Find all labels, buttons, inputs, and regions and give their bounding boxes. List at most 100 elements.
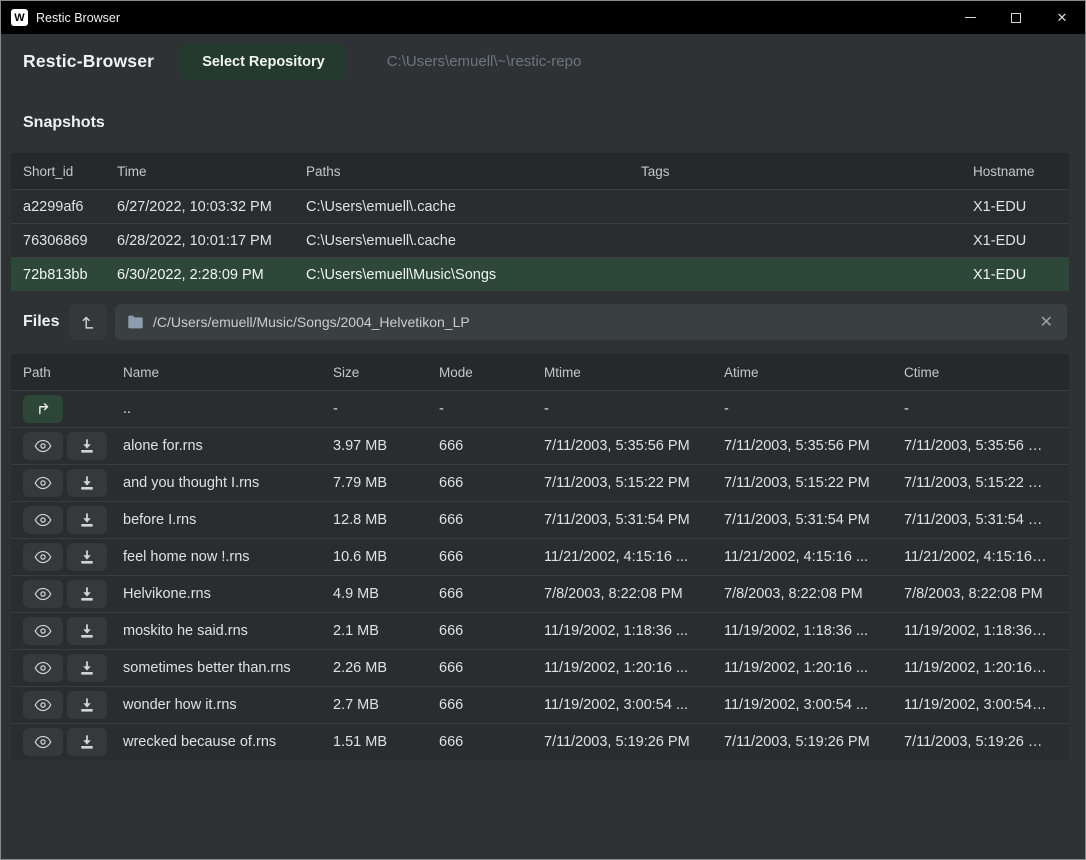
snapshots-table-header: Short_id Time Paths Tags Hostname (11, 153, 1069, 189)
restic-browser-window: W Restic Browser ✕ Restic-Browser Select… (0, 0, 1086, 860)
eye-icon (34, 735, 52, 749)
file-size: 12.8 MB (333, 512, 439, 528)
download-file-button[interactable] (67, 728, 107, 756)
minimize-button[interactable] (947, 1, 993, 34)
download-file-button[interactable] (67, 432, 107, 460)
close-button[interactable]: ✕ (1039, 1, 1085, 34)
download-file-button[interactable] (67, 691, 107, 719)
preview-file-button[interactable] (23, 432, 63, 460)
file-atime: 11/19/2002, 3:00:54 ... (724, 697, 904, 713)
snapshot-short-id: a2299af6 (23, 199, 117, 215)
file-name: .. (123, 401, 333, 417)
snapshot-paths: C:\Users\emuell\.cache (306, 233, 641, 249)
col-mode: Mode (439, 365, 544, 380)
maximize-button[interactable] (993, 1, 1039, 34)
file-mode: - (439, 401, 544, 417)
file-row[interactable]: feel home now !.rns 10.6 MB 666 11/21/20… (11, 538, 1069, 575)
file-ctime: 7/8/2003, 8:22:08 PM (904, 586, 1057, 602)
eye-icon (34, 476, 52, 490)
select-repository-button[interactable]: Select Repository (180, 44, 347, 80)
snapshot-paths: C:\Users\emuell\.cache (306, 199, 641, 215)
file-row[interactable]: wrecked because of.rns 1.51 MB 666 7/11/… (11, 723, 1069, 760)
file-atime: 11/19/2002, 1:18:36 ... (724, 623, 904, 639)
file-ctime: 7/11/2003, 5:15:22 PM (904, 475, 1057, 491)
window-title: Restic Browser (36, 11, 120, 25)
snapshot-row[interactable]: 76306869 6/28/2022, 10:01:17 PM C:\Users… (11, 223, 1069, 257)
eye-icon (34, 587, 52, 601)
file-mode: 666 (439, 512, 544, 528)
file-name: wrecked because of.rns (123, 734, 333, 750)
download-icon (79, 438, 95, 454)
file-row[interactable]: wonder how it.rns 2.7 MB 666 11/19/2002,… (11, 686, 1069, 723)
file-mode: 666 (439, 549, 544, 565)
download-icon (79, 660, 95, 676)
eye-icon (34, 624, 52, 638)
download-file-button[interactable] (67, 543, 107, 571)
snapshot-row[interactable]: a2299af6 6/27/2022, 10:03:32 PM C:\Users… (11, 189, 1069, 223)
file-atime: 7/11/2003, 5:19:26 PM (724, 734, 904, 750)
file-row[interactable]: before I.rns 12.8 MB 666 7/11/2003, 5:31… (11, 501, 1069, 538)
go-up-directory-button[interactable] (69, 304, 107, 340)
file-mode: 666 (439, 660, 544, 676)
download-file-button[interactable] (67, 580, 107, 608)
file-mode: 666 (439, 475, 544, 491)
parent-directory-row[interactable]: .. - - - - - (11, 390, 1069, 427)
file-row[interactable]: Helvikone.rns 4.9 MB 666 7/8/2003, 8:22:… (11, 575, 1069, 612)
clear-path-button[interactable]: ✕ (1038, 312, 1055, 332)
file-row[interactable]: moskito he said.rns 2.1 MB 666 11/19/200… (11, 612, 1069, 649)
open-parent-directory-button[interactable] (23, 395, 63, 423)
download-file-button[interactable] (67, 654, 107, 682)
snapshot-hostname: X1-EDU (973, 267, 1057, 283)
file-name: moskito he said.rns (123, 623, 333, 639)
file-mode: 666 (439, 623, 544, 639)
preview-file-button[interactable] (23, 580, 63, 608)
snapshot-hostname: X1-EDU (973, 199, 1057, 215)
file-size: 2.1 MB (333, 623, 439, 639)
file-ctime: 11/19/2002, 1:20:16 ... (904, 660, 1057, 676)
maximize-icon (1011, 13, 1021, 23)
files-table-body: alone for.rns 3.97 MB 666 7/11/2003, 5:3… (11, 427, 1069, 760)
file-atime: 7/11/2003, 5:31:54 PM (724, 512, 904, 528)
snapshot-short-id: 72b813bb (23, 267, 117, 283)
preview-file-button[interactable] (23, 543, 63, 571)
download-file-button[interactable] (67, 469, 107, 497)
repository-path: C:\Users\emuell\~\restic-repo (387, 53, 582, 70)
download-file-button[interactable] (67, 617, 107, 645)
file-row[interactable]: and you thought I.rns 7.79 MB 666 7/11/2… (11, 464, 1069, 501)
download-file-button[interactable] (67, 506, 107, 534)
file-name: wonder how it.rns (123, 697, 333, 713)
preview-file-button[interactable] (23, 654, 63, 682)
file-row[interactable]: alone for.rns 3.97 MB 666 7/11/2003, 5:3… (11, 427, 1069, 464)
file-mtime: 11/21/2002, 4:15:16 ... (544, 549, 724, 565)
snapshots-table: Short_id Time Paths Tags Hostname a2299a… (11, 153, 1069, 291)
preview-file-button[interactable] (23, 728, 63, 756)
file-atime: 7/11/2003, 5:35:56 PM (724, 438, 904, 454)
eye-icon (34, 550, 52, 564)
file-row[interactable]: sometimes better than.rns 2.26 MB 666 11… (11, 649, 1069, 686)
file-size: 4.9 MB (333, 586, 439, 602)
col-path: Path (23, 365, 123, 380)
snapshot-time: 6/27/2022, 10:03:32 PM (117, 199, 306, 215)
file-ctime: 7/11/2003, 5:31:54 PM (904, 512, 1057, 528)
snapshot-row[interactable]: 72b813bb 6/30/2022, 2:28:09 PM C:\Users\… (11, 257, 1069, 291)
current-path-field[interactable]: /C/Users/emuell/Music/Songs/2004_Helveti… (115, 304, 1067, 340)
preview-file-button[interactable] (23, 506, 63, 534)
file-ctime: 7/11/2003, 5:35:56 PM (904, 438, 1057, 454)
file-ctime: 11/19/2002, 1:18:36 ... (904, 623, 1057, 639)
file-atime: - (724, 401, 904, 417)
file-name: feel home now !.rns (123, 549, 333, 565)
preview-file-button[interactable] (23, 691, 63, 719)
wails-app-icon: W (11, 9, 28, 26)
preview-file-button[interactable] (23, 469, 63, 497)
file-size: 2.7 MB (333, 697, 439, 713)
file-atime: 7/11/2003, 5:15:22 PM (724, 475, 904, 491)
minimize-icon (965, 17, 976, 18)
file-ctime: 11/19/2002, 3:00:54 ... (904, 697, 1057, 713)
files-table-header: Path Name Size Mode Mtime Atime Ctime (11, 354, 1069, 390)
file-size: - (333, 401, 439, 417)
level-up-arrow-icon (79, 313, 97, 331)
snapshot-short-id: 76306869 (23, 233, 117, 249)
file-mtime: - (544, 401, 724, 417)
preview-file-button[interactable] (23, 617, 63, 645)
download-icon (79, 475, 95, 491)
